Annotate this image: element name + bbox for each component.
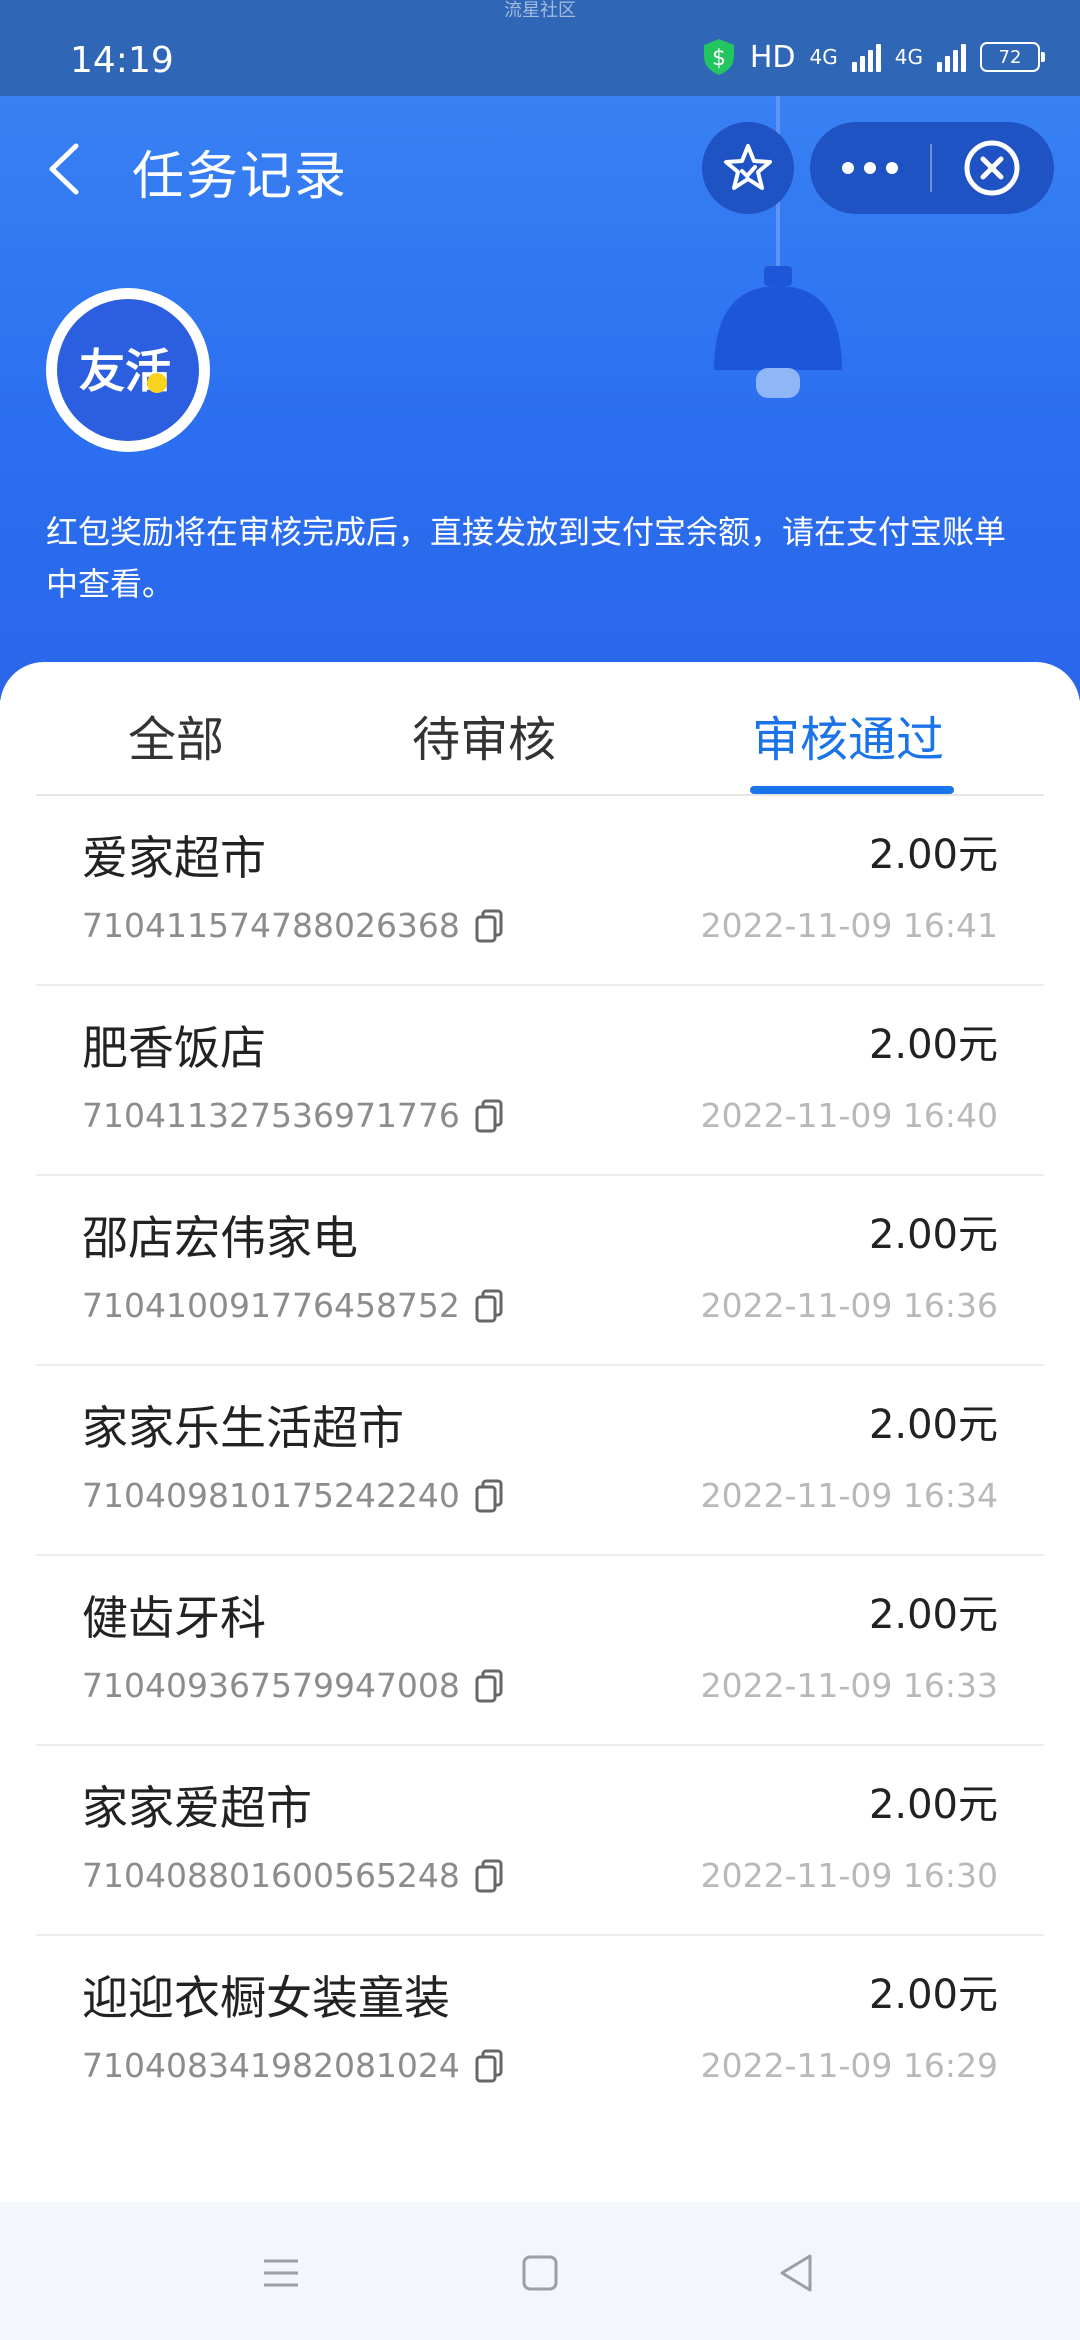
more-dots-icon xyxy=(842,162,898,174)
record-name: 迎迎衣橱女装童装 xyxy=(82,1971,450,2025)
record-amount: 2.00元 xyxy=(868,1402,998,1448)
list-item[interactable]: 家家爱超市 2.00元 710408801600565248 2022-11-0… xyxy=(36,1746,1044,1936)
status-bar: 流星社区 14:19 $ HD 4G 4G 72 xyxy=(0,0,1080,96)
copy-icon[interactable] xyxy=(474,909,504,943)
tab-approved[interactable]: 审核通过 xyxy=(752,700,944,770)
order-number: 710408801600565248 xyxy=(82,1856,460,1895)
list-item[interactable]: 邵店宏伟家电 2.00元 710410091776458752 2022-11-… xyxy=(36,1176,1044,1366)
reward-notice: 红包奖励将在审核完成后，直接发放到支付宝余额，请在支付宝账单中查看。 xyxy=(46,513,1007,603)
record-time: 2022-11-09 16:40 xyxy=(700,1096,998,1135)
list-item[interactable]: 迎迎衣橱女装童装 2.00元 710408341982081024 2022-1… xyxy=(36,1936,1044,2124)
record-order: 710411327536971776 xyxy=(82,1096,504,1135)
active-tab-indicator xyxy=(750,786,954,794)
record-name: 爱家超市 xyxy=(82,831,266,885)
list-item[interactable]: 肥香饭店 2.00元 710411327536971776 2022-11-09… xyxy=(36,986,1044,1176)
tab-pending[interactable]: 待审核 xyxy=(412,700,556,770)
record-amount: 2.00元 xyxy=(868,1592,998,1638)
records-panel: 全部 待审核 审核通过 爱家超市 2.00元 71041157478802636… xyxy=(0,662,1080,2202)
record-time: 2022-11-09 16:34 xyxy=(700,1476,998,1515)
tab-all[interactable]: 全部 xyxy=(128,700,224,770)
battery-icon: 72 xyxy=(980,42,1045,72)
signal-icon xyxy=(937,42,966,72)
record-name: 肥香饭店 xyxy=(82,1021,266,1075)
order-number: 710409367579947008 xyxy=(82,1666,460,1705)
mini-program-capsule xyxy=(810,122,1054,214)
copy-icon[interactable] xyxy=(474,1289,504,1323)
security-shield-icon: $ xyxy=(703,39,734,75)
record-time: 2022-11-09 16:36 xyxy=(700,1286,998,1325)
network-4g-1: 4G xyxy=(809,45,838,69)
app-logo: 友活 xyxy=(46,288,210,452)
record-name: 家家乐生活超市 xyxy=(82,1401,404,1455)
order-number: 710409810175242240 xyxy=(82,1476,460,1515)
record-list: 爱家超市 2.00元 710411574788026368 2022-11-09… xyxy=(36,796,1044,2124)
copy-icon[interactable] xyxy=(474,1099,504,1133)
svg-text:$: $ xyxy=(712,46,726,71)
record-order: 710409367579947008 xyxy=(82,1666,504,1705)
logo-mark: 友活 xyxy=(79,344,171,398)
home-icon[interactable] xyxy=(515,2248,565,2298)
star-icon xyxy=(724,144,772,190)
watermark: 流星社区 xyxy=(504,0,576,21)
hd-indicator: HD xyxy=(749,39,796,75)
order-number: 710411327536971776 xyxy=(82,1096,460,1135)
system-nav-bar xyxy=(0,2206,1080,2340)
title-bar: 任务记录 xyxy=(0,96,1080,236)
network-4g-2: 4G xyxy=(894,45,923,69)
page-title: 任务记录 xyxy=(132,147,349,207)
record-time: 2022-11-09 16:41 xyxy=(700,906,998,945)
record-name: 家家爱超市 xyxy=(82,1781,312,1835)
back-triangle-icon[interactable] xyxy=(772,2248,822,2298)
record-amount: 2.00元 xyxy=(868,1782,998,1828)
record-amount: 2.00元 xyxy=(868,1212,998,1258)
favorite-button[interactable] xyxy=(702,122,794,214)
list-item[interactable]: 爱家超市 2.00元 710411574788026368 2022-11-09… xyxy=(36,796,1044,986)
record-name: 健齿牙科 xyxy=(82,1591,266,1645)
record-order: 710408801600565248 xyxy=(82,1856,504,1895)
copy-icon[interactable] xyxy=(474,1479,504,1513)
close-circle-icon xyxy=(964,140,1020,196)
status-time: 14:19 xyxy=(70,40,174,81)
order-number: 710408341982081024 xyxy=(82,2046,460,2085)
more-button[interactable] xyxy=(810,122,930,214)
record-time: 2022-11-09 16:30 xyxy=(700,1856,998,1895)
signal-icon xyxy=(851,42,881,72)
record-time: 2022-11-09 16:33 xyxy=(700,1666,998,1705)
record-order: 710411574788026368 xyxy=(82,906,504,945)
order-number: 710411574788026368 xyxy=(82,906,460,945)
copy-icon[interactable] xyxy=(474,1669,504,1703)
record-amount: 2.00元 xyxy=(868,832,998,878)
chevron-left-icon[interactable] xyxy=(46,142,82,196)
record-order: 710410091776458752 xyxy=(82,1286,504,1325)
record-amount: 2.00元 xyxy=(868,1022,998,1068)
copy-icon[interactable] xyxy=(474,2049,504,2083)
list-item[interactable]: 健齿牙科 2.00元 710409367579947008 2022-11-09… xyxy=(36,1556,1044,1746)
record-order: 710408341982081024 xyxy=(82,2046,504,2085)
close-button[interactable] xyxy=(932,122,1052,214)
order-number: 710410091776458752 xyxy=(82,1286,460,1325)
record-name: 邵店宏伟家电 xyxy=(82,1211,358,1265)
menu-icon[interactable] xyxy=(256,2248,306,2298)
copy-icon[interactable] xyxy=(474,1859,504,1893)
list-item[interactable]: 家家乐生活超市 2.00元 710409810175242240 2022-11… xyxy=(36,1366,1044,1556)
tab-bar: 全部 待审核 审核通过 xyxy=(36,662,1044,796)
record-time: 2022-11-09 16:29 xyxy=(700,2046,998,2085)
record-order: 710409810175242240 xyxy=(82,1476,504,1515)
record-amount: 2.00元 xyxy=(868,1972,998,2018)
